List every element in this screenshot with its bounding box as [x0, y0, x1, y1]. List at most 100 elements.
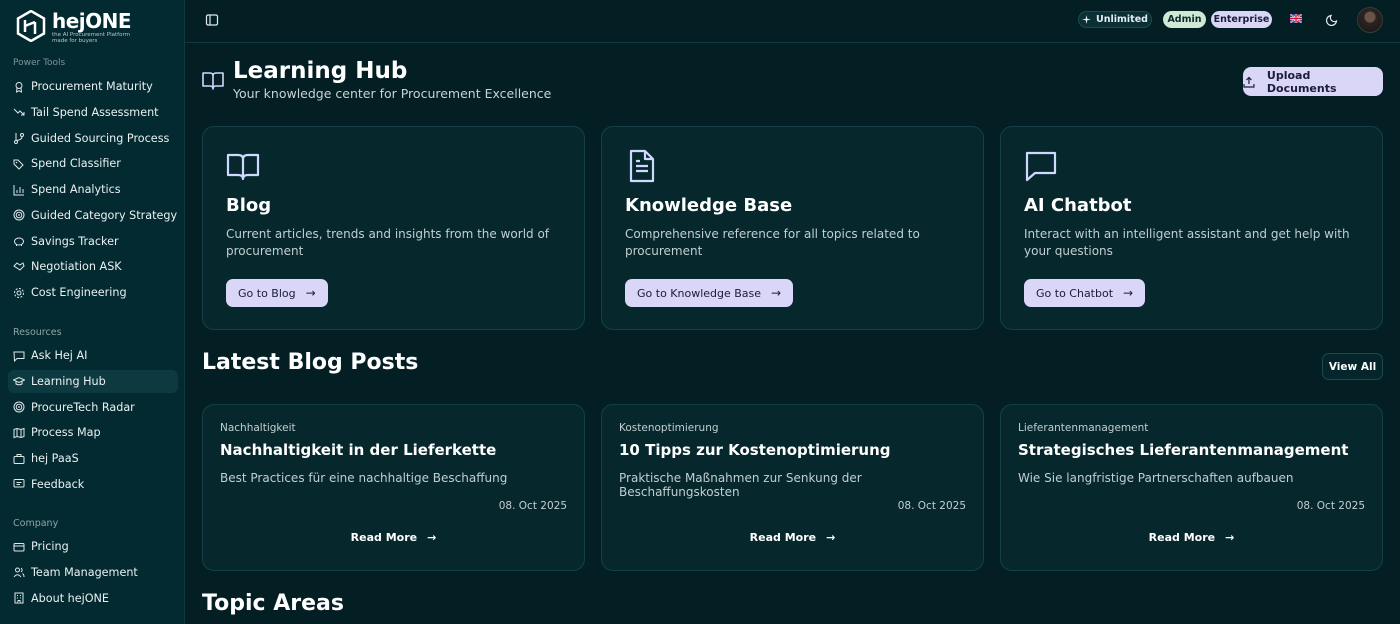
post-date: 08. Oct 2025 — [897, 500, 966, 512]
sidebar-item-label: Pricing — [31, 540, 69, 553]
latest-posts-heading: Latest Blog Posts — [202, 350, 419, 375]
sidebar-item-feedback[interactable]: Feedback — [8, 473, 178, 496]
sidebar-item-label: ProcureTech Radar — [31, 400, 135, 414]
feature-description: Interact with an intelligent assistant a… — [1024, 227, 1350, 258]
post-description: Praktische Maßnahmen zur Senkung der Bes… — [619, 471, 862, 499]
user-avatar[interactable] — [1357, 7, 1383, 33]
piggy-bank-icon — [14, 237, 24, 246]
nav-tools: Procurement Maturity Tail Spend Assessme… — [8, 75, 178, 307]
sidebar-item-label: Guided Category Strategy — [31, 208, 178, 222]
sidebar-item-label: Cost Engineering — [31, 286, 127, 299]
sidebar-item-negotiation-ask[interactable]: Negotiation ASK — [8, 255, 178, 278]
read-more-link[interactable]: Read More → — [1001, 531, 1382, 544]
sidebar-item-procurement-maturity[interactable]: Procurement Maturity — [8, 75, 178, 98]
read-more-label: Read More — [350, 531, 418, 544]
top-bar: Unlimited Admin Enterprise — [185, 0, 1400, 43]
sidebar-item-spend-analytics[interactable]: Spend Analytics — [8, 178, 178, 201]
sidebar-item-label: Spend Classifier — [31, 157, 121, 171]
nav-company: Pricing Team Management About hejONE — [8, 535, 178, 612]
feature-card-ai-chatbot: AI Chatbot Interact with an intelligent … — [1000, 126, 1383, 330]
sidebar-item-procuretech-radar[interactable]: ProcureTech Radar — [8, 396, 178, 419]
sidebar-item-process-map[interactable]: Process Map — [8, 421, 178, 444]
read-more-label: Read More — [749, 531, 817, 544]
trending-down-icon — [13, 108, 25, 116]
section-label-company: Company — [13, 518, 59, 529]
briefcase-icon — [13, 453, 25, 464]
handshake-icon — [13, 261, 25, 271]
sidebar-item-ask-hej-ai[interactable]: Ask Hej AI — [8, 344, 178, 367]
post-category: Nachhaltigkeit — [220, 422, 296, 434]
page-title: Learning Hub — [233, 58, 408, 84]
book-open-icon — [202, 72, 224, 90]
section-label-power-tools: Power Tools — [13, 58, 66, 68]
section-label-resources: Resources — [13, 327, 62, 338]
feature-description: Comprehensive reference for all topics r… — [625, 227, 920, 258]
sidebar-item-label: Learning Hub — [31, 374, 106, 388]
map-icon — [13, 427, 25, 438]
view-all-button[interactable]: View All — [1322, 353, 1383, 380]
read-more-link[interactable]: Read More → — [602, 531, 983, 544]
page-subtitle: Your knowledge center for Procurement Ex… — [233, 86, 552, 101]
chat-bubble-icon — [1025, 151, 1057, 182]
upload-documents-label: Upload Documents — [1266, 68, 1337, 95]
sidebar-toggle-icon[interactable] — [205, 13, 219, 27]
feature-description: Current articles, trends and insights fr… — [226, 227, 550, 258]
arrow-right-icon: → — [1123, 286, 1134, 300]
tier-enterprise-badge: Enterprise — [1211, 11, 1272, 28]
sidebar-item-cost-engineering[interactable]: Cost Engineering — [8, 281, 178, 304]
upload-documents-button[interactable]: Upload Documents — [1243, 67, 1383, 96]
award-icon — [15, 81, 23, 93]
arrow-right-icon: → — [1225, 531, 1235, 544]
post-description: Wie Sie langfristige Partnerschaften auf… — [1018, 471, 1294, 485]
feature-title: AI Chatbot — [1024, 195, 1132, 216]
sidebar-item-label: hej PaaS — [31, 452, 79, 465]
nav-resources: Ask Hej AI Learning Hub ProcureTech Rada… — [8, 344, 178, 499]
brand-logo[interactable]: hejONE the AI Procurement Platform made … — [16, 9, 132, 44]
upload-icon — [1243, 76, 1255, 88]
message-icon — [13, 351, 25, 362]
git-branch-icon — [14, 133, 24, 144]
read-more-link[interactable]: Read More → — [203, 531, 584, 544]
blog-post-card[interactable]: Lieferantenmanagement Strategisches Lief… — [1000, 404, 1383, 571]
post-title: Strategisches Lieferantenmanagement — [1018, 441, 1349, 459]
sparkle-icon — [1082, 15, 1092, 24]
sidebar-item-label: Guided Sourcing Process — [31, 131, 170, 145]
sidebar-item-pricing[interactable]: Pricing — [8, 535, 178, 558]
feature-card-blog: Blog Current articles, trends and insigh… — [202, 126, 585, 330]
topic-areas-heading: Topic Areas — [202, 591, 344, 616]
post-date: 08. Oct 2025 — [1296, 500, 1365, 512]
logo-hexagon-icon — [16, 10, 46, 42]
sidebar-item-label: Spend Analytics — [31, 183, 121, 196]
sidebar-item-savings-tracker[interactable]: Savings Tracker — [8, 230, 178, 253]
sidebar-item-label: Procurement Maturity — [31, 80, 153, 93]
go-to-blog-button[interactable]: Go to Blog → — [226, 279, 328, 307]
post-description: Best Practices für eine nachhaltige Besc… — [220, 471, 508, 485]
wallet-icon — [13, 542, 25, 551]
sidebar-item-hej-paas[interactable]: hej PaaS — [8, 447, 178, 470]
blog-post-card[interactable]: Kostenoptimierung 10 Tipps zur Kostenopt… — [601, 404, 984, 571]
brand-name: hejONE — [52, 9, 132, 33]
dark-mode-moon-icon[interactable] — [1326, 13, 1339, 26]
plan-unlimited-badge: Unlimited — [1078, 11, 1152, 28]
post-category: Lieferantenmanagement — [1018, 422, 1149, 434]
sidebar: hejONE the AI Procurement Platform made … — [0, 0, 185, 624]
unlimited-label: Unlimited — [1096, 14, 1148, 25]
sidebar-item-about[interactable]: About hejONE — [8, 587, 178, 610]
sidebar-item-label: Savings Tracker — [31, 234, 119, 248]
button-label: Go to Chatbot — [1036, 286, 1114, 300]
sidebar-item-team-management[interactable]: Team Management — [8, 561, 178, 584]
uk-flag-icon[interactable] — [1290, 14, 1302, 23]
sidebar-item-spend-classifier[interactable]: Spend Classifier — [8, 152, 178, 175]
sidebar-item-tail-spend[interactable]: Tail Spend Assessment — [8, 101, 178, 124]
arrow-right-icon: → — [427, 531, 437, 544]
brand-tagline-2: made for buyers — [52, 38, 98, 44]
sidebar-item-label: Feedback — [31, 477, 85, 491]
go-to-knowledge-base-button[interactable]: Go to Knowledge Base → — [625, 279, 794, 307]
sidebar-item-guided-sourcing[interactable]: Guided Sourcing Process — [8, 127, 178, 150]
sidebar-item-learning-hub[interactable]: Learning Hub — [8, 369, 178, 393]
feature-card-knowledge-base: Knowledge Base Comprehensive reference f… — [601, 126, 984, 330]
go-to-chatbot-button[interactable]: Go to Chatbot → — [1024, 279, 1146, 307]
sidebar-item-category-strategy[interactable]: Guided Category Strategy — [8, 204, 178, 227]
post-category: Kostenoptimierung — [619, 422, 719, 434]
blog-post-card[interactable]: Nachhaltigkeit Nachhaltigkeit in der Lie… — [202, 404, 585, 571]
